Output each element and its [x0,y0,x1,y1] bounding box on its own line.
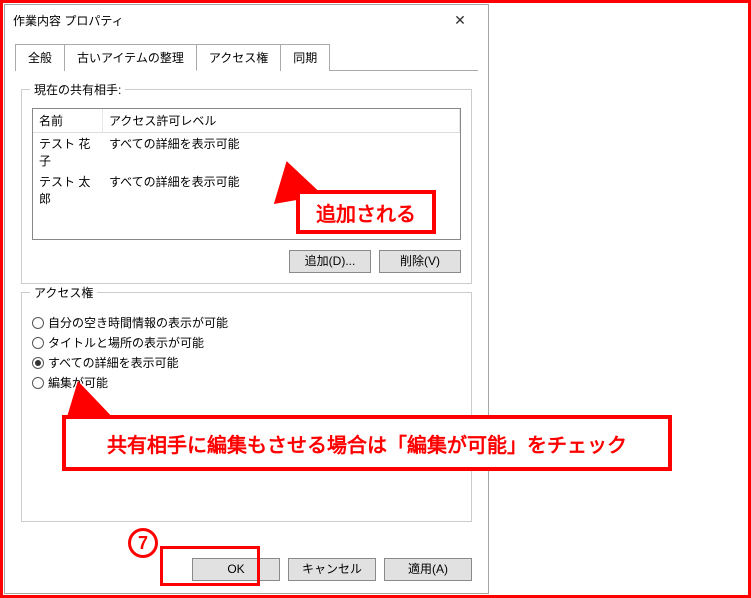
tab-permissions[interactable]: アクセス権 [196,44,281,71]
radio-label: すべての詳細を表示可能 [48,354,179,371]
window-title: 作業内容 プロパティ [13,12,124,29]
cancel-button[interactable]: キャンセル [288,558,376,581]
radio-icon [32,377,44,389]
col-name[interactable]: 名前 [33,109,103,132]
radio-icon [32,337,44,349]
radio-icon [32,317,44,329]
share-group: 現在の共有相手: 名前 アクセス許可レベル テスト 花子 すべての詳細を表示可能… [21,89,472,284]
col-level[interactable]: アクセス許可レベル [103,109,460,132]
step-number-badge: 7 [128,528,158,558]
ok-button[interactable]: OK [192,558,280,581]
tab-general[interactable]: 全般 [15,44,65,71]
callout-text: 追加される [316,198,416,227]
dialog-buttons: OK キャンセル 適用(A) [192,558,472,581]
titlebar: 作業内容 プロパティ ✕ [5,5,488,35]
radio-full[interactable]: すべての詳細を表示可能 [32,354,461,371]
list-header: 名前 アクセス許可レベル [33,109,460,133]
remove-button[interactable]: 削除(V) [379,250,461,273]
tab-sync[interactable]: 同期 [280,44,330,71]
table-row[interactable]: テスト 花子 すべての詳細を表示可能 [33,133,460,171]
share-buttons: 追加(D)... 削除(V) [32,250,461,273]
apply-button[interactable]: 適用(A) [384,558,472,581]
radio-label: 自分の空き時間情報の表示が可能 [48,314,228,331]
radio-freebusy[interactable]: 自分の空き時間情報の表示が可能 [32,314,461,331]
cell-name: テスト 太郎 [33,171,103,209]
step-number: 7 [138,533,148,554]
permissions-legend: アクセス権 [30,284,97,301]
tab-strip: 全般 古いアイテムの整理 アクセス権 同期 [15,43,478,71]
callout-added: 追加される [296,190,436,234]
radio-label: タイトルと場所の表示が可能 [48,334,204,351]
callout-edit-note: 共有相手に編集もさせる場合は「編集が可能」をチェック [62,415,672,471]
callout-text: 共有相手に編集もさせる場合は「編集が可能」をチェック [107,429,627,458]
cell-name: テスト 花子 [33,133,103,171]
add-button[interactable]: 追加(D)... [289,250,371,273]
tab-autoarchive[interactable]: 古いアイテムの整理 [64,44,197,71]
properties-dialog: 作業内容 プロパティ ✕ 全般 古いアイテムの整理 アクセス権 同期 現在の共有… [4,4,489,594]
close-icon[interactable]: ✕ [440,6,480,34]
radio-subject[interactable]: タイトルと場所の表示が可能 [32,334,461,351]
share-group-legend: 現在の共有相手: [30,81,125,98]
radio-icon [32,357,44,369]
